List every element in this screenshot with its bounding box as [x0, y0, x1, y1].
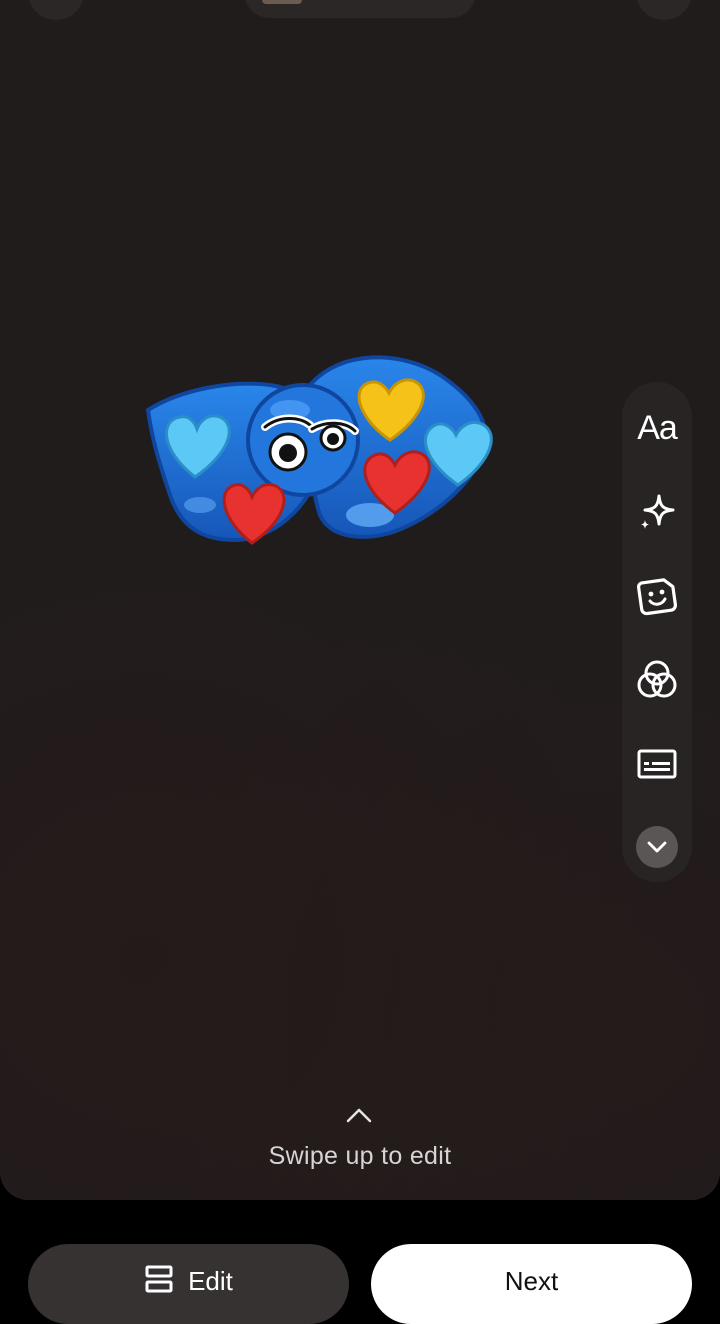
- color-filter-icon: [637, 660, 677, 698]
- profile-thumbnail: [262, 0, 302, 4]
- edit-layout-icon: [145, 1265, 173, 1293]
- caption-button[interactable]: [622, 734, 692, 794]
- edit-button[interactable]: Edit: [28, 1244, 349, 1324]
- story-canvas[interactable]: Aa Swipe up to edit: [0, 0, 720, 1200]
- effects-button[interactable]: [622, 482, 692, 542]
- close-button[interactable]: [28, 0, 84, 20]
- caption-icon: [637, 749, 677, 779]
- sticker-button[interactable]: [622, 566, 692, 626]
- chevron-down-icon: [647, 841, 667, 853]
- sticker-icon: [637, 578, 677, 616]
- settings-button[interactable]: [636, 0, 692, 20]
- next-button-label: Next: [504, 1266, 559, 1296]
- text-tool-label: Aa: [637, 408, 678, 447]
- emoji-sticker[interactable]: [140, 345, 500, 555]
- text-tool-button[interactable]: Aa: [622, 398, 692, 458]
- edit-button-label: Edit: [188, 1266, 233, 1296]
- chevron-up-icon: [346, 1108, 372, 1123]
- next-button[interactable]: Next: [371, 1244, 692, 1324]
- edit-toolbar: Aa: [622, 382, 692, 882]
- collapse-toolbar-button[interactable]: [636, 826, 678, 868]
- sparkle-icon: [641, 494, 675, 529]
- color-filter-button[interactable]: [622, 650, 692, 710]
- swipe-hint-text: Swipe up to edit: [268, 1142, 452, 1170]
